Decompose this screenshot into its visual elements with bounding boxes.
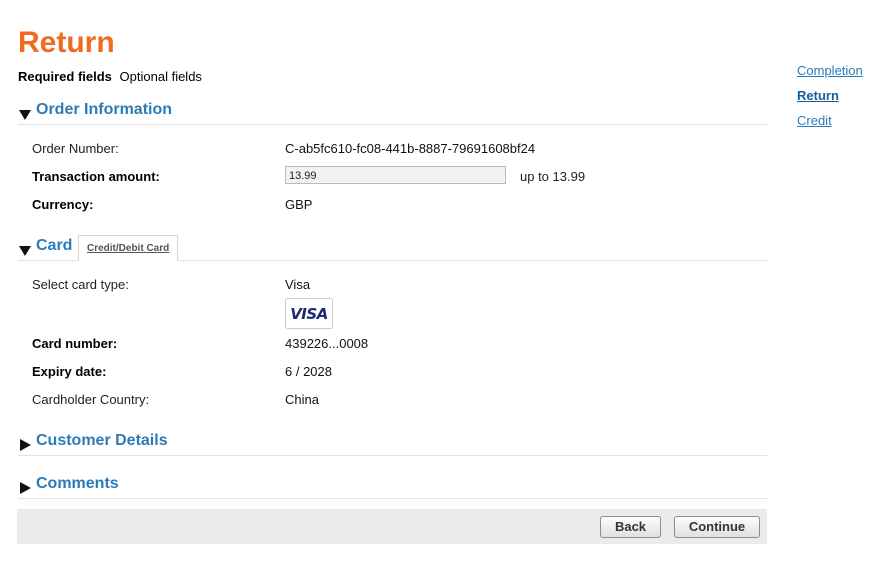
order-section-header[interactable]: Order Information [18, 101, 767, 125]
expiry-row: Expiry date: 6 / 2028 [32, 364, 767, 382]
transaction-amount-label: Transaction amount: [32, 169, 160, 184]
optional-fields-toggle[interactable]: Optional fields [120, 69, 202, 84]
country-row: Cardholder Country: China [32, 392, 767, 410]
card-type-row: Select card type: Visa [32, 277, 767, 295]
comments-section-header[interactable]: Comments [18, 475, 767, 499]
card-section-header[interactable]: Card Credit/Debit Card [18, 235, 767, 261]
side-nav: Completion Return Credit [797, 63, 863, 138]
order-section-title: Order Information [36, 101, 173, 118]
order-number-value: C-ab5fc610-fc08-441b-8887-79691608bf24 [285, 141, 536, 156]
side-nav-credit[interactable]: Credit [797, 113, 863, 129]
page-title: Return [18, 26, 115, 59]
amount-limit-text: up to 13.99 [520, 169, 586, 184]
comments-section-title: Comments [36, 475, 119, 492]
country-label: Cardholder Country: [32, 392, 150, 407]
triangle-down-icon [19, 246, 31, 256]
transaction-amount-input[interactable] [285, 166, 506, 184]
triangle-right-icon [20, 482, 31, 494]
transaction-amount-row: Transaction amount: up to 13.99 [32, 166, 767, 187]
triangle-right-icon [20, 439, 31, 451]
currency-label: Currency: [32, 197, 94, 212]
card-type-value: Visa [285, 277, 311, 292]
card-number-row: Card number: 439226...0008 [32, 336, 767, 354]
continue-button[interactable]: Continue [674, 516, 760, 538]
customer-section-header[interactable]: Customer Details [18, 432, 767, 456]
field-filter: Required fields Optional fields [18, 69, 202, 84]
order-number-row: Order Number: C-ab5fc610-fc08-441b-8887-… [32, 141, 767, 159]
back-button[interactable]: Back [600, 516, 661, 538]
expiry-value: 6 / 2028 [285, 364, 332, 379]
card-number-label: Card number: [32, 336, 118, 351]
customer-section-title: Customer Details [36, 432, 168, 449]
card-type-label: Select card type: [32, 277, 129, 292]
triangle-down-icon [19, 110, 31, 120]
country-value: China [285, 392, 319, 407]
order-number-label: Order Number: [32, 141, 119, 156]
footer-action-bar: Back Continue [17, 509, 767, 544]
tab-credit-debit-card[interactable]: Credit/Debit Card [78, 235, 179, 261]
side-nav-completion[interactable]: Completion [797, 63, 863, 79]
expiry-label: Expiry date: [32, 364, 107, 379]
card-section-title: Card [36, 237, 73, 254]
required-fields-toggle[interactable]: Required fields [18, 69, 112, 84]
currency-row: Currency: GBP [32, 197, 767, 215]
visa-logo-text: VISA [290, 304, 328, 323]
side-nav-return[interactable]: Return [797, 88, 863, 104]
currency-value: GBP [285, 197, 313, 212]
card-number-value: 439226...0008 [285, 336, 369, 351]
visa-logo-icon[interactable]: VISA [285, 298, 333, 329]
